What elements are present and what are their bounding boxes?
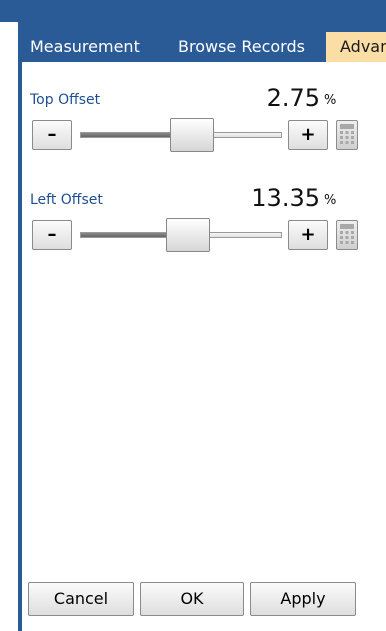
tab-label: Advan [340, 37, 386, 56]
tab-browse-records[interactable]: Browse Records [178, 32, 305, 62]
top-offset-slider-thumb[interactable] [170, 118, 214, 152]
top-offset-unit: % [324, 93, 337, 108]
top-offset-decrease-button[interactable]: – [32, 120, 72, 150]
calculator-icon[interactable] [336, 120, 358, 150]
left-offset-slider-fill [81, 233, 168, 237]
left-offset-decrease-button[interactable]: – [32, 220, 72, 250]
apply-button[interactable]: Apply [250, 582, 356, 616]
top-offset-value: 2.75 [266, 84, 320, 112]
title-strip [0, 0, 386, 22]
top-offset-label: Top Offset [30, 92, 101, 108]
tab-label: Measurement [30, 37, 140, 56]
tab-advanced[interactable]: Advan [326, 32, 386, 62]
ok-button[interactable]: OK [140, 582, 244, 616]
left-offset-label: Left Offset [30, 192, 103, 208]
tab-label: Browse Records [178, 37, 305, 56]
app-window: Measurement Browse Records Advan Top Off… [0, 0, 386, 631]
left-offset-increase-button[interactable]: + [288, 220, 328, 250]
calculator-icon[interactable] [336, 220, 358, 250]
tab-bar: Measurement Browse Records Advan [22, 22, 386, 62]
left-offset-value: 13.35 [251, 184, 320, 212]
top-offset-slider-fill [81, 133, 172, 137]
advanced-panel: Top Offset 2.75 % – + Left Offset 13.35 … [22, 62, 386, 631]
top-offset-increase-button[interactable]: + [288, 120, 328, 150]
left-margin [0, 22, 20, 631]
left-offset-slider-thumb[interactable] [166, 218, 210, 252]
tab-measurement[interactable]: Measurement [30, 32, 140, 62]
cancel-button[interactable]: Cancel [28, 582, 134, 616]
left-offset-unit: % [324, 193, 337, 208]
